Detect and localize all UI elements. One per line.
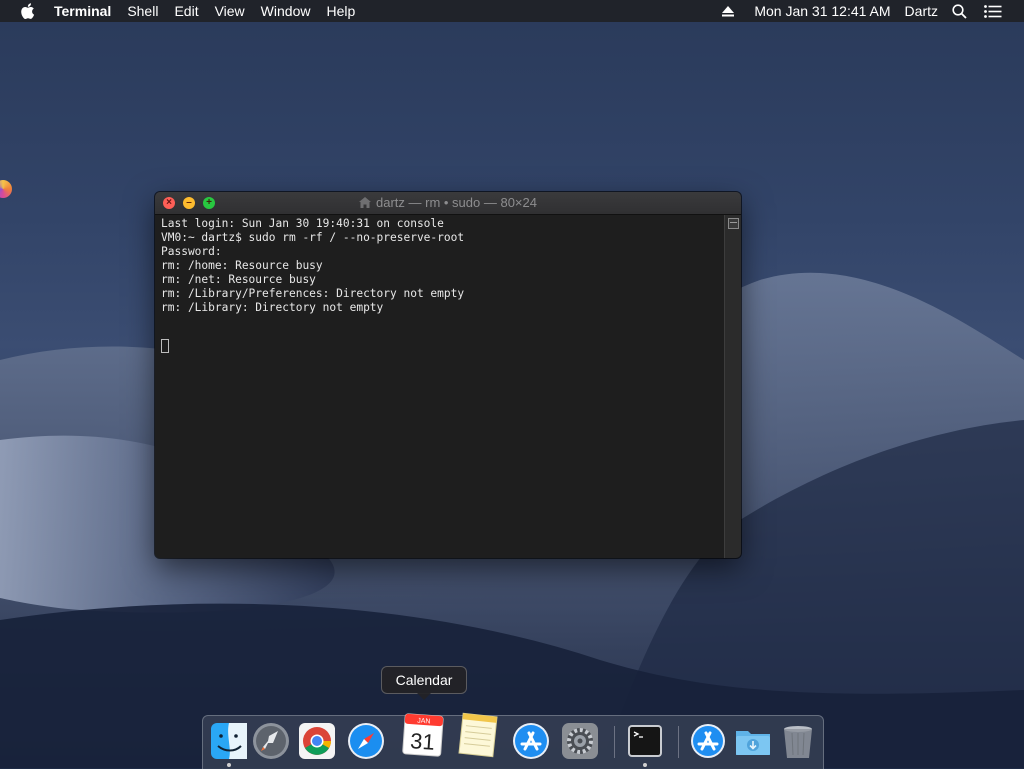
terminal-line: VM0:~ dartz$ sudo rm -rf / --no-preserve… <box>161 231 465 244</box>
dock-tooltip: Calendar <box>381 666 467 700</box>
terminal-line: rm: /home: Resource busy <box>161 259 323 272</box>
menu-window[interactable]: Window <box>253 0 319 22</box>
finder-icon <box>211 723 247 759</box>
calendar-icon: JAN 31 <box>402 713 444 757</box>
dock-item-finder[interactable] <box>209 721 249 761</box>
dock-item-chrome[interactable] <box>297 721 337 761</box>
spotlight-search-icon[interactable] <box>952 3 968 19</box>
terminal-window[interactable]: × – + dartz — rm • sudo — 80×24 Last log… <box>155 192 741 558</box>
trash-icon <box>784 726 812 758</box>
dock-separator <box>614 726 615 758</box>
home-folder-icon <box>359 197 371 208</box>
downloads-folder-icon <box>736 731 770 755</box>
dock-item-trash[interactable] <box>778 721 818 761</box>
terminal-icon <box>628 725 662 757</box>
terminal-output[interactable]: Last login: Sun Jan 30 19:40:31 on conso… <box>155 215 725 558</box>
terminal-line: rm: /Library: Directory not empty <box>161 301 384 314</box>
calendar-month: JAN <box>417 718 431 726</box>
notification-center-icon[interactable] <box>984 4 1004 18</box>
menu-help[interactable]: Help <box>318 0 363 22</box>
terminal-line: rm: /net: Resource busy <box>161 273 316 286</box>
window-titlebar[interactable]: × – + dartz — rm • sudo — 80×24 <box>155 192 741 215</box>
dock: JAN 31 <box>202 712 824 769</box>
dock-item-calendar[interactable]: JAN 31 <box>401 711 445 757</box>
dock-item-notes[interactable] <box>457 712 499 758</box>
eject-icon[interactable] <box>722 5 736 17</box>
terminal-line: rm: /Library/Preferences: Directory not … <box>161 287 465 300</box>
terminal-line: Last login: Sun Jan 30 19:40:31 on conso… <box>161 217 444 230</box>
menu-view[interactable]: View <box>207 0 253 22</box>
terminal-scrollbar[interactable] <box>724 215 741 558</box>
terminal-text: Last login: Sun Jan 30 19:40:31 on conso… <box>161 217 464 315</box>
chrome-icon <box>299 723 335 759</box>
dock-item-app-store[interactable] <box>511 721 551 761</box>
running-indicator <box>643 763 647 767</box>
running-indicator <box>227 763 231 767</box>
window-title-text: dartz — rm • sudo — 80×24 <box>376 195 537 210</box>
dock-item-applications[interactable] <box>688 721 728 761</box>
applications-folder-icon <box>691 724 725 758</box>
app-store-icon <box>513 723 549 759</box>
dock-item-terminal[interactable] <box>625 721 665 761</box>
window-title: dartz — rm • sudo — 80×24 <box>155 192 741 214</box>
menu-bar: Terminal Shell Edit View Window Help Mon… <box>0 0 1024 22</box>
launchpad-icon <box>253 723 289 759</box>
menu-app-terminal[interactable]: Terminal <box>46 0 119 22</box>
system-preferences-icon <box>562 723 598 759</box>
menu-clock[interactable]: Mon Jan 31 12:41 AM <box>754 3 890 19</box>
terminal-line: Password: <box>161 245 222 258</box>
apple-menu-icon[interactable] <box>19 2 39 20</box>
safari-icon <box>348 723 384 759</box>
menu-shell[interactable]: Shell <box>119 0 166 22</box>
calendar-day: 31 <box>409 728 435 755</box>
split-pane-icon[interactable] <box>728 218 739 229</box>
dock-item-system-preferences[interactable] <box>560 721 600 761</box>
notes-icon <box>458 712 498 758</box>
dock-separator <box>678 726 679 758</box>
dock-item-downloads[interactable] <box>733 721 773 761</box>
menu-user[interactable]: Dartz <box>905 3 938 19</box>
dock-item-safari[interactable] <box>346 721 386 761</box>
terminal-cursor <box>161 339 169 353</box>
dock-item-launchpad[interactable] <box>251 721 291 761</box>
menu-edit[interactable]: Edit <box>166 0 206 22</box>
